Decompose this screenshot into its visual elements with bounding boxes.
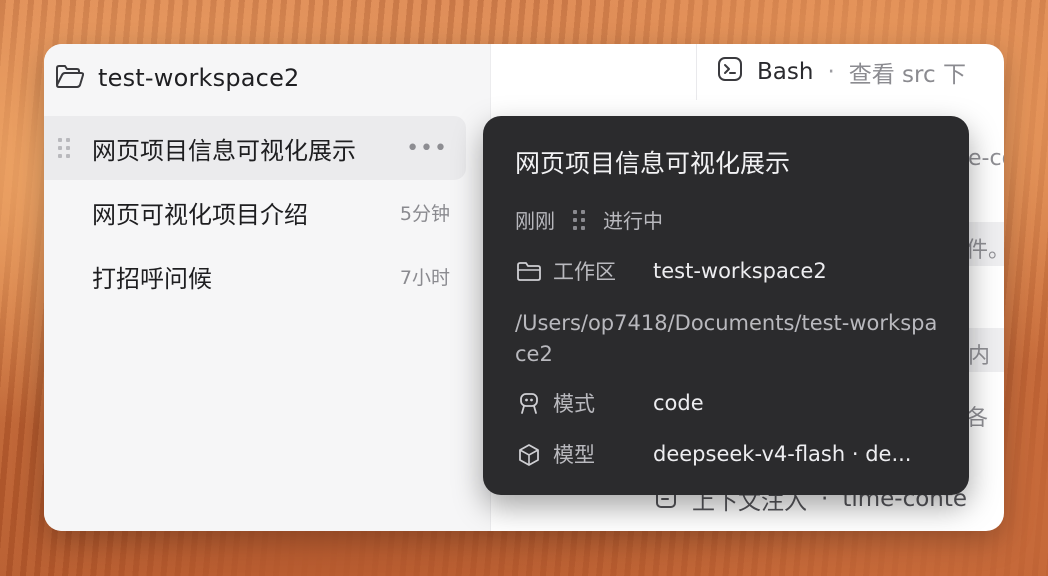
bg-text: e-conte	[968, 146, 1004, 171]
model-value: deepseek-v4-flash · de...	[653, 442, 912, 466]
tooltip-workspace-row: 工作区 test-workspace2	[515, 256, 827, 286]
bg-text: 各	[966, 406, 989, 431]
workspace-key: 工作区	[553, 260, 616, 284]
tab-detail: 查看 src 下	[848, 62, 966, 88]
robot-icon	[515, 389, 543, 417]
bg-text: 件。	[966, 238, 1004, 263]
folder-open-icon	[54, 62, 85, 94]
tooltip-status-row: 刚刚 进行中	[515, 205, 663, 234]
tooltip-time: 刚刚	[515, 209, 555, 233]
model-key: 模型	[553, 443, 595, 467]
chat-item-label: 网页可视化项目介绍	[92, 200, 308, 229]
tooltip-status: 进行中	[603, 209, 663, 233]
progress-dots-icon	[573, 209, 585, 230]
chat-info-tooltip: 网页项目信息可视化展示 刚刚 进行中 工作区 test-workspace2 /…	[483, 116, 969, 495]
folder-icon	[515, 257, 543, 285]
bash-tab[interactable]: Bash · 查看 src 下	[696, 44, 1004, 100]
tooltip-model-row: 模型 deepseek-v4-flash · de...	[515, 439, 911, 469]
drag-handle-icon[interactable]	[58, 138, 70, 158]
sidebar: test-workspace2 网页项目信息可视化展示 ••• 网页可视化项目介…	[44, 44, 491, 531]
workspace-value: test-workspace2	[653, 259, 827, 283]
tooltip-mode-row: 模式 code	[515, 388, 704, 418]
chat-item-time: 5分钟	[399, 202, 450, 225]
tab-separator: ·	[827, 59, 835, 85]
workspace-name: test-workspace2	[98, 64, 300, 92]
more-options-icon[interactable]: •••	[406, 136, 448, 161]
chat-item-time: 7小时	[399, 266, 450, 289]
chat-item[interactable]: 打招呼问候 7小时	[44, 244, 466, 308]
tab-label: Bash	[757, 59, 814, 85]
workspace-path: /Users/op7418/Documents/test-workspace2	[515, 311, 938, 366]
bg-text: 内	[968, 344, 991, 369]
workspace-header[interactable]: test-workspace2	[54, 62, 300, 94]
chat-item-label: 网页项目信息可视化展示	[92, 136, 356, 165]
terminal-icon	[717, 56, 743, 88]
tooltip-title: 网页项目信息可视化展示	[515, 149, 791, 178]
chat-item-label: 打招呼问候	[92, 264, 212, 293]
chat-list: 网页项目信息可视化展示 ••• 网页可视化项目介绍 5分钟 打招呼问候 7小时	[44, 116, 466, 308]
mode-key: 模式	[553, 392, 595, 416]
cube-icon	[515, 440, 543, 468]
mode-value: code	[653, 391, 704, 415]
chat-item[interactable]: 网页可视化项目介绍 5分钟	[44, 180, 466, 244]
chat-item-active[interactable]: 网页项目信息可视化展示 •••	[44, 116, 466, 180]
